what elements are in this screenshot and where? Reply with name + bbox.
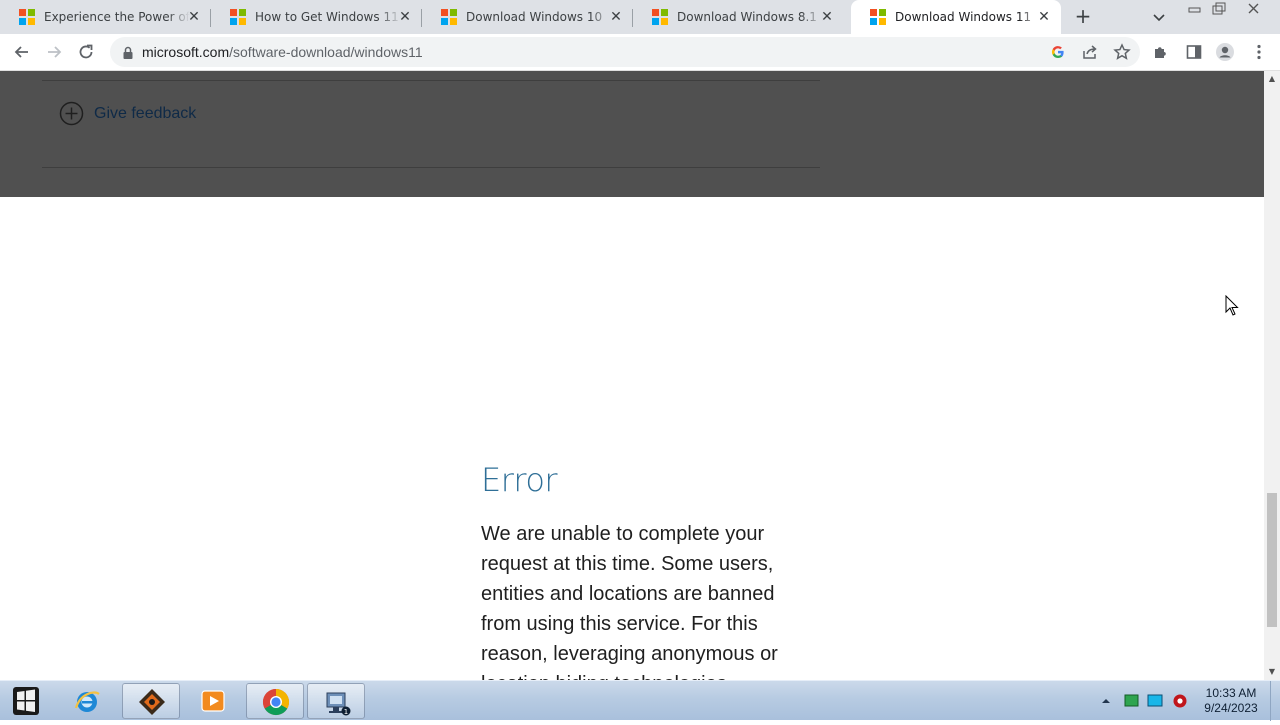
side-panel-icon[interactable] bbox=[1184, 42, 1204, 62]
page-viewport: Give feedback Error We are unable to com… bbox=[0, 71, 1264, 680]
tab-download-windows11[interactable]: Download Windows 11 ✕ bbox=[851, 0, 1061, 34]
browser-toolbar: microsoft.com/software-download/windows1… bbox=[0, 34, 1280, 71]
bookmark-star-icon[interactable] bbox=[1112, 42, 1132, 62]
tab-download-windows10[interactable]: Download Windows 10 ✕ bbox=[422, 0, 633, 34]
restore-button[interactable] bbox=[1208, 1, 1230, 17]
taskbar-clock[interactable]: 10:33 AM 9/24/2023 bbox=[1196, 686, 1266, 716]
chrome-icon bbox=[261, 687, 291, 721]
vertical-scrollbar[interactable]: ▲ ▼ bbox=[1264, 71, 1280, 680]
divider bbox=[42, 80, 820, 81]
app-icon bbox=[137, 687, 167, 721]
back-arrow-icon[interactable] bbox=[12, 42, 32, 62]
tab-title: Download Windows 11 bbox=[895, 10, 1032, 24]
scroll-up-arrow-icon[interactable]: ▲ bbox=[1268, 75, 1276, 83]
menu-kebab-icon[interactable] bbox=[1249, 42, 1269, 62]
show-hidden-icons-arrow bbox=[1102, 699, 1110, 703]
taskbar-app[interactable] bbox=[122, 683, 180, 719]
windows-taskbar: 1 10:33 AM 9/24/2023 bbox=[0, 680, 1280, 721]
url-path: /software-download/windows11 bbox=[229, 44, 423, 60]
tab-title: Download Windows 8.1 Dis bbox=[677, 10, 823, 24]
close-icon[interactable]: ✕ bbox=[609, 10, 623, 24]
microsoft-logo-icon bbox=[441, 9, 457, 25]
dimmed-overlay-section: Give feedback bbox=[0, 71, 1264, 197]
scroll-down-arrow-icon[interactable]: ▼ bbox=[1268, 668, 1276, 676]
svg-text:1: 1 bbox=[344, 708, 348, 716]
close-icon[interactable]: ✕ bbox=[820, 10, 834, 24]
microsoft-logo-icon bbox=[870, 9, 886, 25]
tab-title: How to Get Windows 11 for bbox=[255, 10, 401, 24]
tab-experience-power[interactable]: Experience the Power of Wi ✕ bbox=[0, 0, 211, 34]
reload-icon[interactable] bbox=[76, 42, 96, 62]
error-title: Error bbox=[481, 461, 558, 499]
close-icon[interactable]: ✕ bbox=[187, 10, 201, 24]
tab-download-windows81[interactable]: Download Windows 8.1 Dis ✕ bbox=[633, 0, 844, 34]
google-translate-icon[interactable] bbox=[1048, 42, 1068, 62]
forward-arrow-icon[interactable] bbox=[44, 42, 64, 62]
close-icon[interactable]: ✕ bbox=[398, 10, 412, 24]
minimize-button[interactable] bbox=[1184, 1, 1206, 17]
microsoft-logo-icon bbox=[230, 9, 246, 25]
give-feedback-label: Give feedback bbox=[94, 104, 197, 122]
url-host: microsoft.com bbox=[142, 44, 230, 60]
start-orb-icon[interactable] bbox=[4, 683, 46, 719]
tab-title: Experience the Power of Wi bbox=[44, 10, 190, 24]
new-tab-button[interactable]: + bbox=[1072, 6, 1094, 28]
system-tray bbox=[1096, 681, 1196, 721]
show-desktop-button[interactable] bbox=[1270, 681, 1280, 721]
clock-time: 10:33 AM bbox=[1205, 686, 1257, 700]
taskbar-internet-explorer[interactable] bbox=[58, 683, 116, 719]
taskbar-media-player[interactable] bbox=[184, 683, 242, 719]
url-text[interactable]: microsoft.com/software-download/windows1… bbox=[142, 44, 423, 60]
tray-green-icon bbox=[1124, 694, 1139, 707]
microsoft-logo-icon bbox=[19, 9, 35, 25]
close-window-button[interactable] bbox=[1243, 1, 1265, 17]
scrollbar-thumb[interactable] bbox=[1267, 493, 1277, 627]
error-message: We are unable to complete your request a… bbox=[481, 523, 778, 680]
divider bbox=[42, 167, 820, 168]
tab-strip: Experience the Power of Wi ✕ How to Get … bbox=[0, 0, 1280, 34]
taskbar-network-drive[interactable]: 1 bbox=[307, 683, 365, 719]
address-bar[interactable]: microsoft.com/software-download/windows1… bbox=[110, 37, 1140, 67]
microsoft-logo-icon bbox=[652, 9, 668, 25]
error-panel: Error We are unable to complete your req… bbox=[481, 461, 791, 680]
extensions-puzzle-icon[interactable] bbox=[1151, 42, 1171, 62]
clock-date: 9/24/2023 bbox=[1204, 701, 1258, 715]
network-drive-icon: 1 bbox=[322, 687, 352, 721]
give-feedback-link[interactable]: Give feedback bbox=[59, 101, 196, 126]
mouse-cursor-icon bbox=[1225, 294, 1239, 321]
taskbar-chrome[interactable] bbox=[246, 683, 304, 719]
media-player-icon bbox=[198, 686, 228, 720]
share-icon[interactable] bbox=[1080, 42, 1100, 62]
tab-search-chevron-icon[interactable] bbox=[1150, 8, 1168, 26]
internet-explorer-icon bbox=[72, 686, 102, 720]
profile-avatar-icon[interactable] bbox=[1215, 42, 1235, 62]
tray-monitor-icon bbox=[1147, 694, 1163, 707]
tab-how-to-get-windows11[interactable]: How to Get Windows 11 for ✕ bbox=[211, 0, 422, 34]
tab-title: Download Windows 10 bbox=[466, 10, 603, 24]
plus-circle-icon bbox=[59, 101, 84, 126]
close-icon[interactable]: ✕ bbox=[1037, 10, 1051, 24]
lock-icon[interactable] bbox=[122, 45, 134, 64]
